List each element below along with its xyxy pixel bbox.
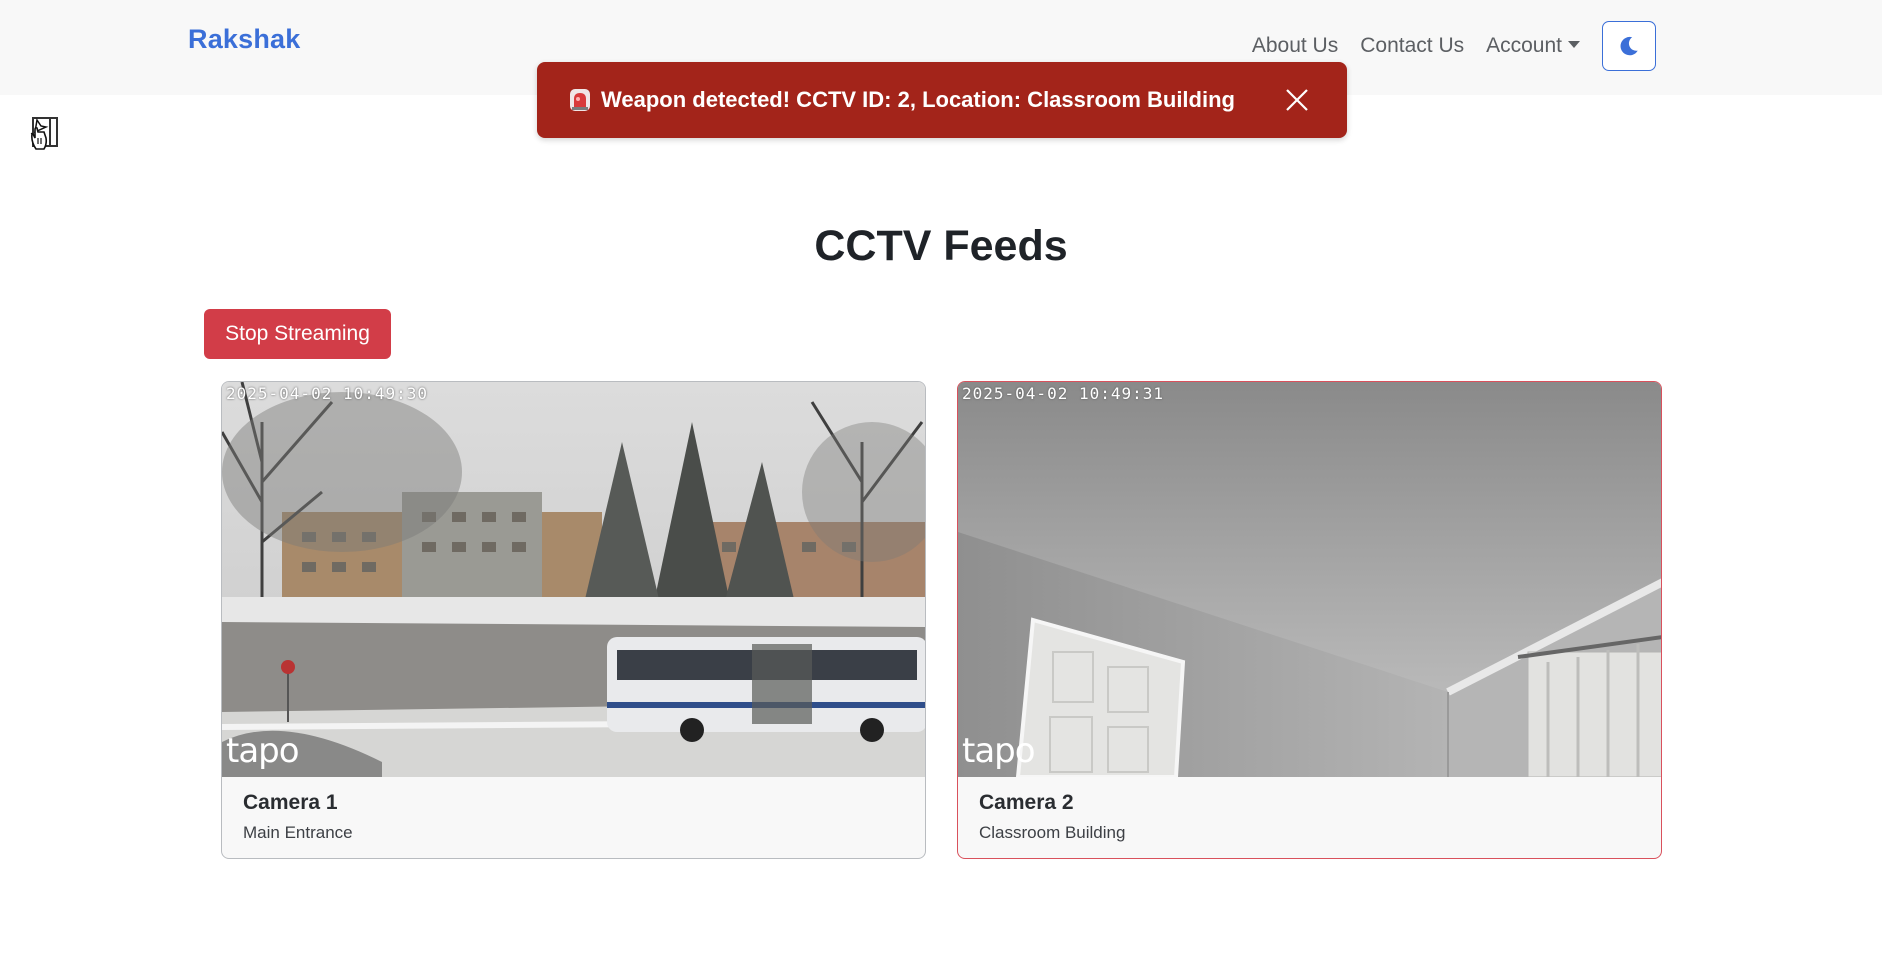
sidebar-toggle-button[interactable] <box>26 116 64 156</box>
feed-timestamp: 2025-04-02 10:49:30 <box>226 384 429 403</box>
chevron-down-icon <box>1568 41 1580 48</box>
moon-icon <box>1620 36 1638 56</box>
page-title: CCTV Feeds <box>814 222 1068 270</box>
camera-location: Classroom Building <box>979 823 1126 842</box>
camera-feed: 2025-04-02 10:49:30 tapo <box>222 382 925 777</box>
camera-feed: 2025-04-02 10:49:31 tapo <box>958 382 1661 777</box>
close-icon[interactable] <box>1285 88 1309 112</box>
tapo-watermark: tapo <box>226 731 300 771</box>
card-body: Camera 2 Classroom Building <box>958 777 1661 843</box>
camera-location: Main Entrance <box>243 823 353 842</box>
sidebar-toggle-icon <box>30 117 58 150</box>
weapon-alert-toast: Weapon detected! CCTV ID: 2, Location: C… <box>537 62 1347 138</box>
tapo-watermark: tapo <box>962 731 1036 771</box>
theme-toggle-button[interactable] <box>1602 21 1656 71</box>
card-body: Camera 1 Main Entrance <box>222 777 925 843</box>
classroom-feed-image <box>958 382 1661 777</box>
camera-title: Camera 1 <box>243 791 338 814</box>
street-feed-image <box>222 382 925 777</box>
account-dropdown[interactable]: Account <box>1486 34 1580 58</box>
stop-streaming-button[interactable]: Stop Streaming <box>204 309 391 359</box>
camera-title: Camera 2 <box>979 791 1074 814</box>
account-label: Account <box>1486 34 1562 57</box>
brand-logo[interactable]: Rakshak <box>188 24 300 55</box>
nav-about-link[interactable]: About Us <box>1252 34 1338 58</box>
nav-contact-link[interactable]: Contact Us <box>1360 34 1464 58</box>
alert-message: Weapon detected! CCTV ID: 2, Location: C… <box>601 87 1235 112</box>
camera-card[interactable]: 2025-04-02 10:49:30 tapo Camera 1 Main E… <box>221 381 926 859</box>
siren-icon <box>570 89 590 111</box>
camera-card-alert[interactable]: 2025-04-02 10:49:31 tapo Camera 2 Classr… <box>957 381 1662 859</box>
feed-timestamp: 2025-04-02 10:49:31 <box>962 384 1165 403</box>
